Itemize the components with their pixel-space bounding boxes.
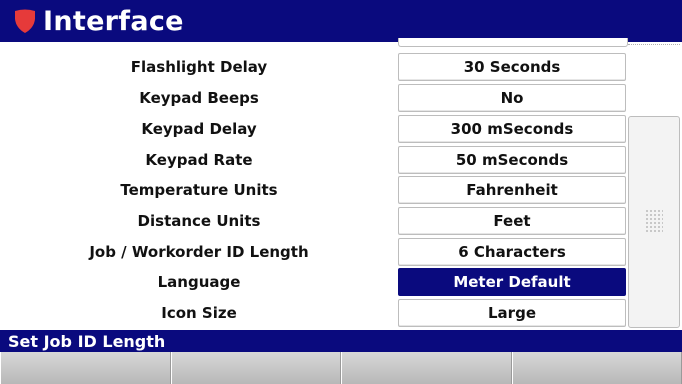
setting-row-keypad-delay[interactable]: Keypad Delay 300 mSeconds	[0, 115, 630, 143]
setting-label: Flashlight Delay	[130, 58, 268, 76]
settings-list: Flashlight Delay 30 Seconds Keypad Beeps…	[0, 38, 682, 330]
setting-label: Language	[157, 273, 241, 291]
page-title: Interface	[43, 5, 184, 37]
setting-row-job-id-length[interactable]: Job / Workorder ID Length 6 Characters	[0, 238, 630, 266]
setting-row-keypad-beeps[interactable]: Keypad Beeps No	[0, 84, 630, 112]
setting-label: Distance Units	[137, 212, 261, 230]
softkey-1[interactable]	[0, 352, 171, 384]
setting-value-field[interactable]: 50 mSeconds	[398, 146, 626, 174]
setting-row-flashlight-delay[interactable]: Flashlight Delay 30 Seconds	[0, 53, 630, 81]
setting-label: Icon Size	[161, 304, 237, 322]
softkey-bar	[0, 352, 682, 384]
setting-value-field[interactable]: 300 mSeconds	[398, 115, 626, 143]
title-bar: Interface	[0, 0, 682, 42]
setting-value-field[interactable]: Feet	[398, 207, 626, 235]
scrollbar[interactable]	[628, 116, 680, 328]
softkey-2[interactable]	[170, 352, 341, 384]
divider	[628, 44, 680, 45]
softkey-4[interactable]	[511, 352, 682, 384]
setting-row-icon-size[interactable]: Icon Size Large	[0, 299, 630, 327]
setting-value-field[interactable]: 6 Characters	[398, 238, 626, 266]
setting-value-field-selected[interactable]: Meter Default	[398, 268, 626, 296]
setting-value-field[interactable]: Large	[398, 299, 626, 327]
setting-row-language[interactable]: Language Meter Default	[0, 268, 630, 296]
setting-row-distance-units[interactable]: Distance Units Feet	[0, 207, 630, 235]
setting-value-field[interactable]: Fahrenheit	[398, 176, 626, 204]
setting-label: Keypad Beeps	[139, 89, 259, 107]
status-bar: Set Job ID Length	[0, 330, 682, 352]
scrollbar-grip-icon[interactable]	[645, 209, 663, 233]
setting-label: Temperature Units	[120, 181, 278, 199]
previous-value-field-partial[interactable]	[398, 38, 628, 47]
softkey-3[interactable]	[341, 352, 512, 384]
setting-label: Keypad Rate	[145, 151, 253, 169]
setting-row-temperature-units[interactable]: Temperature Units Fahrenheit	[0, 176, 630, 204]
setting-row-keypad-rate[interactable]: Keypad Rate 50 mSeconds	[0, 146, 630, 174]
setting-label: Job / Workorder ID Length	[89, 243, 309, 261]
shield-icon	[12, 8, 38, 34]
setting-value-field[interactable]: No	[398, 84, 626, 112]
setting-value-field[interactable]: 30 Seconds	[398, 53, 626, 81]
setting-label: Keypad Delay	[141, 120, 257, 138]
